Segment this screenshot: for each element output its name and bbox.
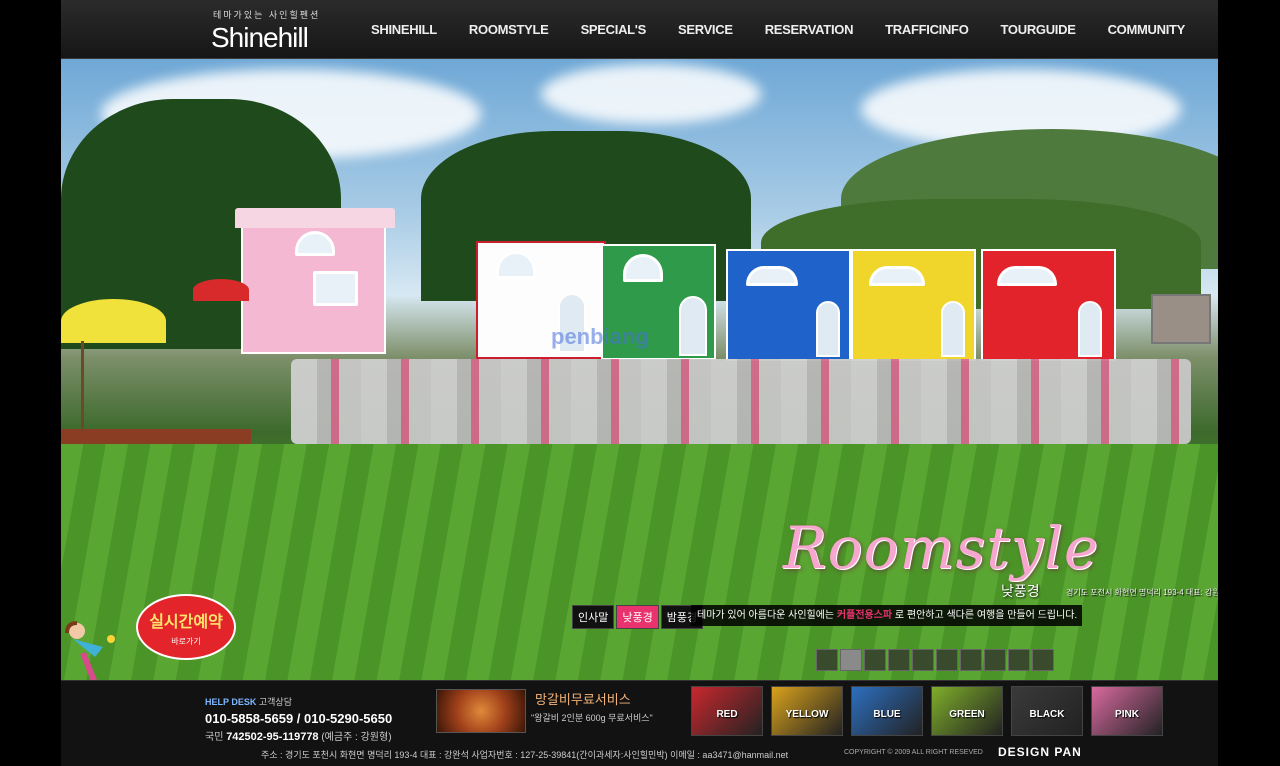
service-description: "왕갈비 2인분 600g 무료서비스" [531,713,653,723]
scene-thumbnail[interactable] [888,649,910,671]
top-navigation-bar: 테마가있는 사인힐펜션 Shinehill SHINEHILL ROOMSTYL… [61,0,1218,59]
caption-highlight: 커플전용스파 [836,610,893,621]
scene-caption: 테마가 있어 아름다운 사인힐에는 커플전용스파 로 편안하고 색다른 여행을 … [691,605,1082,626]
scene-thumbnail[interactable] [1032,649,1054,671]
logo-tagline: 테마가있는 사인힐펜션 [213,10,321,20]
neighbor-house [1151,294,1211,344]
umbrella-pole [81,341,84,431]
room-label: BLACK [1029,709,1065,720]
thumbnail-strip [816,649,1056,671]
hero-heading: Roomstyle [783,514,1100,582]
room-label: PINK [1115,709,1139,720]
help-desk-subtitle: 고객상담 [258,697,292,707]
account-holder: (예금주 : 강원형) [321,732,392,743]
nav-item-roomstyle[interactable]: ROOMSTYLE [469,22,549,37]
nav-item-service[interactable]: SERVICE [678,22,733,37]
bank-account: 국민 742502-95-119778 (예금주 : 강원형) [205,728,392,743]
room-thumbnails: RED YELLOW BLUE GREEN BLACK PINK [691,686,1171,736]
room-label: BLUE [873,709,901,720]
help-desk: HELP DESK 고객상담 010-5858-5659 / 010-5290-… [205,695,392,743]
scene-thumbnail[interactable] [1008,649,1030,671]
footer-address: 주소 : 경기도 포천시 화현면 명덕리 193-4 대표 : 강완석 사업자번… [261,750,789,760]
nav-item-trafficinfo[interactable]: TRAFFICINFO [885,22,969,37]
service-title[interactable]: 망갈비무료서비스 [535,689,631,708]
footer-bar: HELP DESK 고객상담 010-5858-5659 / 010-5290-… [61,680,1218,766]
nav-item-specials[interactable]: SPECIAL'S [581,22,647,37]
scene-address: 경기도 포천시 화현면 명덕리 193-4 대표: 강원형 | 사업자등록번호:… [1066,588,1218,597]
designer-brand[interactable]: DESIGN PAN [998,745,1082,759]
cloud [541,64,761,124]
account-bank: 국민 [205,732,224,743]
scene-title: 낮풍경 [1001,583,1040,599]
scene-thumbnail[interactable] [984,649,1006,671]
page-frame: 테마가있는 사인힐펜션 Shinehill SHINEHILL ROOMSTYL… [61,0,1218,766]
room-tile-red[interactable]: RED [691,686,763,736]
caption-post: 로 편안하고 색다른 여행을 만들어 드립니다. [894,610,1078,621]
nav-item-shinehill[interactable]: SHINEHILL [371,22,437,37]
fairy-mascot-icon [65,621,115,680]
blue-cottage [726,249,851,361]
watermark: penbiang [551,324,649,349]
rock-garden [291,359,1191,444]
yellow-umbrella [61,299,166,343]
nav-item-tourguide[interactable]: TOURGUIDE [1001,22,1076,37]
reservation-bubble-title: 실시간예약 [149,614,223,631]
footer-copyright: COPYRIGHT © 2009 ALL RIGHT RESEVED [844,749,983,756]
scene-thumbnail[interactable] [840,649,862,671]
main-menu: SHINEHILL ROOMSTYLE SPECIAL'S SERVICE RE… [371,0,1217,59]
scene-thumbnail[interactable] [912,649,934,671]
room-tile-black[interactable]: BLACK [1011,686,1083,736]
room-tile-pink[interactable]: PINK [1091,686,1163,736]
site-logo[interactable]: 테마가있는 사인힐펜션 Shinehill [211,8,331,54]
help-desk-title: HELP DESK 고객상담 [205,695,392,708]
red-cottage [981,249,1116,361]
reservation-bubble-subtitle: 바로가기 [171,637,201,646]
logo-name: Shinehill [211,22,309,53]
scene-thumbnail[interactable] [816,649,838,671]
scene-thumbnail[interactable] [960,649,982,671]
scene-thumbnail[interactable] [936,649,958,671]
caption-pre: 테마가 있어 아름다운 사인힐에는 [697,610,835,621]
hero-photo: penbiang Roomstyle 낮풍경 경기도 포천시 화현면 명덕리 1… [61,59,1218,680]
bbq-photo[interactable] [436,689,526,733]
nav-item-reservation[interactable]: RESERVATION [765,22,854,37]
room-label: RED [716,709,738,720]
tab-day-view[interactable]: 낮풍경 [616,605,659,629]
scene-tabs: 인사말 낮풍경 밤풍경 [572,605,705,629]
room-label: YELLOW [785,709,829,720]
help-desk-phones: 010-5858-5659 / 010-5290-5650 [205,711,393,726]
room-tile-blue[interactable]: BLUE [851,686,923,736]
help-desk-label: HELP DESK [205,697,257,707]
tab-greeting[interactable]: 인사말 [572,605,615,629]
room-label: GREEN [949,709,985,720]
scene-thumbnail[interactable] [864,649,886,671]
red-umbrella [193,279,249,301]
nav-item-community[interactable]: COMMUNITY [1108,22,1186,37]
realtime-reservation-button[interactable]: 실시간예약 바로가기 [136,594,236,660]
room-tile-green[interactable]: GREEN [931,686,1003,736]
yellow-cottage [851,249,976,361]
pink-cottage [235,208,395,354]
room-tile-yellow[interactable]: YELLOW [771,686,843,736]
account-number: 742502-95-119778 [226,731,319,743]
